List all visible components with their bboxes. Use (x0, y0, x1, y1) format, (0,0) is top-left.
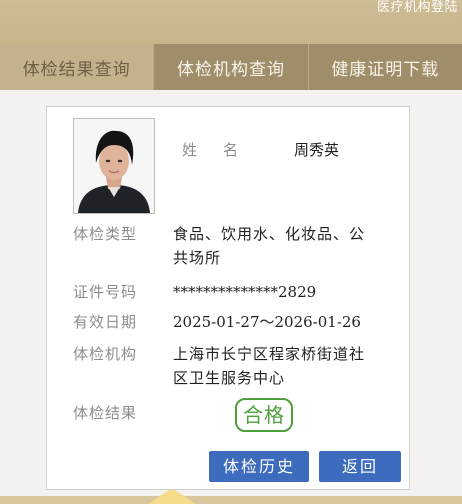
exam-institution-value: 上海市长宁区程家桥街道社区卫生服务中心 (173, 345, 366, 387)
tab-health-certificate-download[interactable]: 健康证明下载 (307, 44, 462, 90)
tab-exam-institution-query[interactable]: 体检机构查询 (153, 44, 307, 90)
valid-date-label: 有效日期 (73, 313, 138, 331)
exam-result-label: 体检结果 (73, 404, 138, 422)
exam-institution-label: 体检机构 (73, 345, 138, 363)
tab-bar: 体检结果查询 体检机构查询 健康证明下载 (0, 44, 462, 90)
id-number-label: 证件号码 (73, 283, 138, 301)
exam-type-value: 食品、饮用水、化妆品、公共场所 (173, 225, 366, 267)
name-label: 姓名 (182, 141, 239, 159)
id-number-value: **************2829 (173, 283, 317, 301)
valid-date-value: 2025-01-27～2026-01-26 (173, 313, 361, 331)
tab-exam-result-query[interactable]: 体检结果查询 (0, 44, 154, 90)
exam-history-button[interactable]: 体检历史 (209, 451, 309, 482)
footer-strip (0, 488, 462, 504)
exam-type-label: 体检类型 (73, 225, 138, 243)
top-bar: 医疗机构登陆 (0, 0, 462, 44)
name-value: 周秀英 (294, 141, 340, 159)
institution-login-link[interactable]: 医疗机构登陆 (377, 0, 458, 16)
person-photo-icon (74, 119, 154, 213)
qualified-stamp: 合格 (235, 398, 293, 432)
id-photo (73, 118, 155, 214)
back-button[interactable]: 返回 (319, 451, 401, 482)
